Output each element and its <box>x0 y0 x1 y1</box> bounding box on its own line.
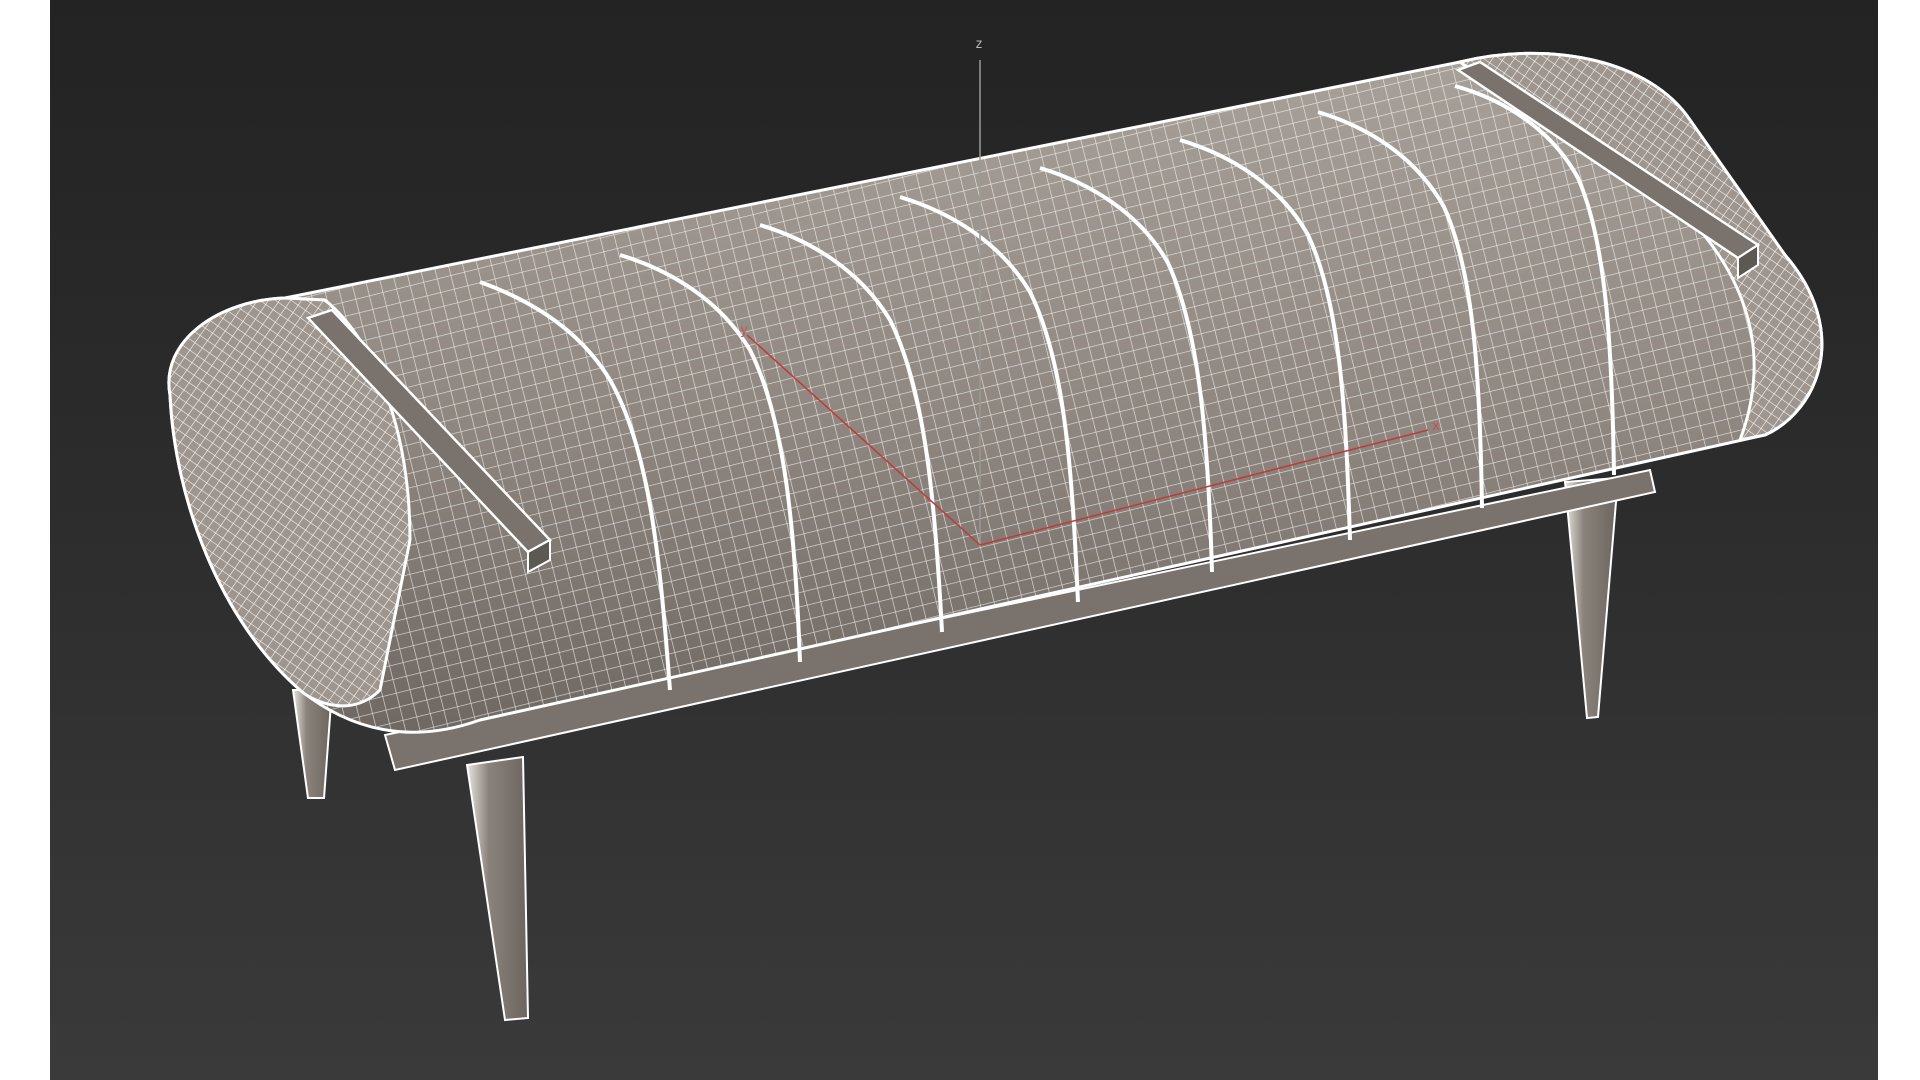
leg-front-left <box>465 755 530 1022</box>
gizmo-z-label: z <box>975 37 983 52</box>
gizmo-y-label: y <box>740 323 748 338</box>
viewport-canvas[interactable]: z y x <box>50 0 1878 1080</box>
leg-front-right <box>1563 476 1620 720</box>
3d-viewport[interactable]: z y x <box>50 0 1878 1080</box>
app-frame: z y x <box>0 0 1920 1080</box>
gizmo-x-label: x <box>1432 419 1440 434</box>
